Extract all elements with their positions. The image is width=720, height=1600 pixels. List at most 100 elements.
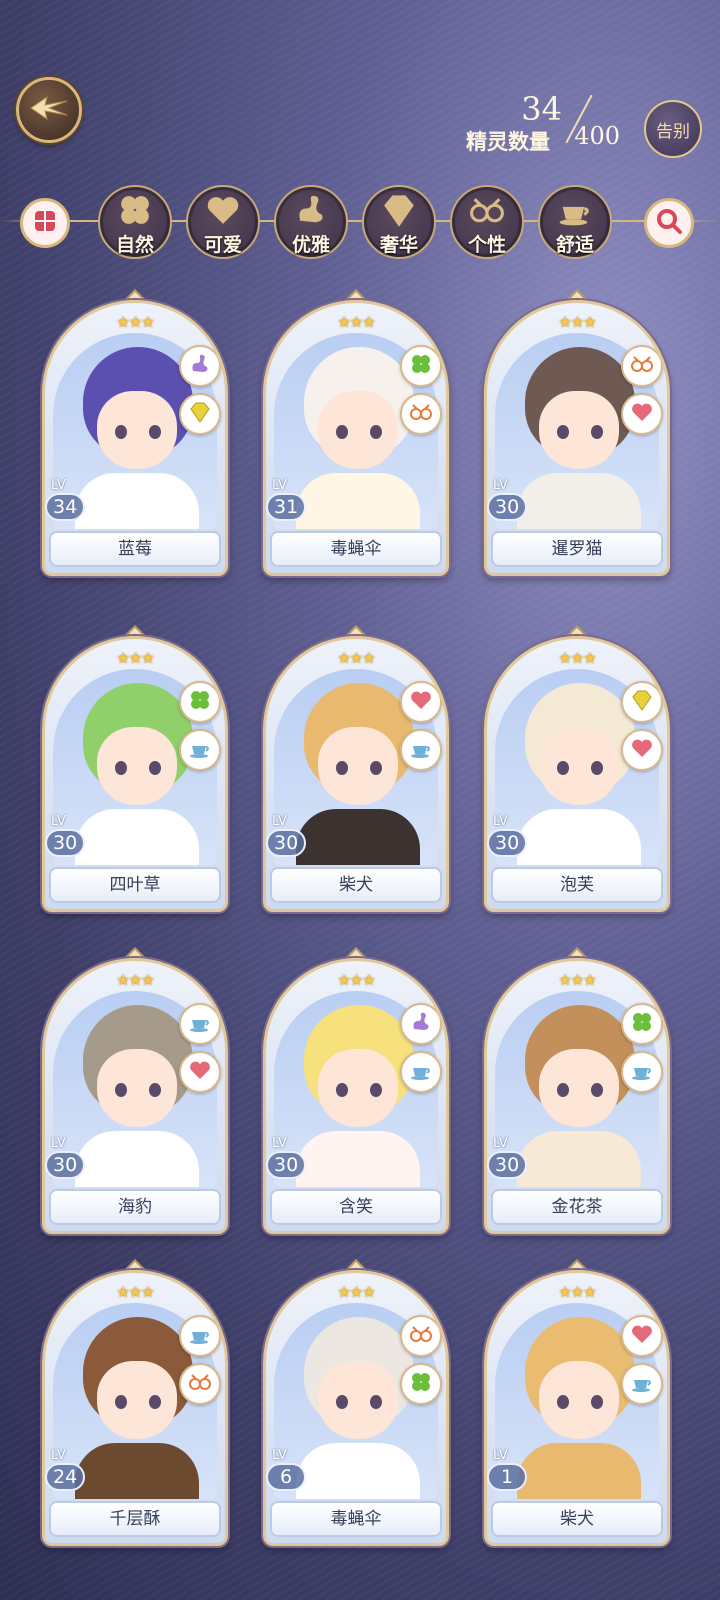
- trait-badge: [179, 1003, 221, 1045]
- portrait-eye: [557, 761, 569, 775]
- spirit-name: 柴犬: [491, 1501, 663, 1537]
- rarity-stars: ★★★: [337, 971, 375, 989]
- trait-badge: [400, 393, 442, 435]
- rarity-stars: ★★★: [558, 1283, 596, 1301]
- filter-teacup[interactable]: 舒适: [538, 185, 612, 259]
- trait-badge: [621, 1315, 663, 1357]
- trait-badge: [179, 345, 221, 387]
- spirit-card[interactable]: ★★★ LV 24 千层酥: [42, 1270, 228, 1546]
- filter-heart[interactable]: 可爱: [186, 185, 260, 259]
- level-value: 30: [266, 829, 307, 857]
- portrait-eye: [149, 761, 161, 775]
- spirit-card[interactable]: ★★★ LV 30 含笑: [263, 958, 449, 1234]
- level-value: 30: [487, 829, 528, 857]
- portrait-face: [539, 1049, 619, 1127]
- spirit-card[interactable]: ★★★ LV 30 泡芙: [484, 636, 670, 912]
- clover-icon: [408, 351, 434, 381]
- spirit-name: 毒蝇伞: [270, 531, 442, 567]
- trait-badge: [621, 681, 663, 723]
- back-button[interactable]: [16, 77, 82, 143]
- filter-swan[interactable]: 优雅: [274, 185, 348, 259]
- portrait-face: [318, 1361, 398, 1439]
- teacup-icon: [629, 1369, 655, 1399]
- search-button[interactable]: [644, 198, 694, 248]
- spirit-name: 蓝莓: [49, 531, 221, 567]
- level-value: 24: [45, 1463, 86, 1491]
- spirit-count-label: 精灵数量: [466, 130, 550, 154]
- portrait-eye: [336, 1395, 348, 1409]
- spirit-card[interactable]: ★★★ LV 6 毒蝇伞: [263, 1270, 449, 1546]
- filter-label: 优雅: [291, 233, 330, 256]
- portrait-eye: [115, 761, 127, 775]
- filter-clover[interactable]: 自然: [98, 185, 172, 259]
- portrait-eye: [557, 1395, 569, 1409]
- filter-glasses[interactable]: 个性: [450, 185, 524, 259]
- spirit-count-current: 34: [521, 90, 562, 128]
- spirit-counter: 34 精灵数量 400: [400, 90, 620, 160]
- portrait-eye: [336, 1083, 348, 1097]
- trait-badge: [621, 1051, 663, 1093]
- portrait-face: [539, 391, 619, 469]
- swan-icon: [291, 188, 331, 234]
- spirit-card[interactable]: ★★★ LV 30 海豹: [42, 958, 228, 1234]
- trait-badge: [179, 729, 221, 771]
- portrait-outfit: [517, 473, 641, 529]
- heart-icon: [629, 1321, 655, 1351]
- search-icon: [655, 207, 683, 239]
- portrait-outfit: [517, 1443, 641, 1499]
- spirit-card[interactable]: ★★★ LV 30 金花茶: [484, 958, 670, 1234]
- diamond-icon: [379, 188, 419, 234]
- rarity-stars: ★★★: [337, 1283, 375, 1301]
- rarity-stars: ★★★: [558, 971, 596, 989]
- gift-button[interactable]: [20, 198, 70, 248]
- teacup-icon: [408, 1057, 434, 1087]
- portrait-face: [318, 1049, 398, 1127]
- filter-label: 自然: [115, 233, 154, 256]
- trait-badge: [179, 1051, 221, 1093]
- farewell-button[interactable]: 告别: [644, 100, 702, 158]
- heart-icon: [629, 399, 655, 429]
- level-tag: LV: [493, 478, 508, 493]
- portrait-outfit: [517, 809, 641, 865]
- trait-badge: [621, 1003, 663, 1045]
- teacup-icon: [629, 1057, 655, 1087]
- teacup-icon: [555, 188, 595, 234]
- spirit-name: 含笑: [270, 1189, 442, 1225]
- rarity-stars: ★★★: [558, 313, 596, 331]
- spirit-card[interactable]: ★★★ LV 31 毒蝇伞: [263, 300, 449, 576]
- spirit-card[interactable]: ★★★ LV 34 蓝莓: [42, 300, 228, 576]
- spirit-card[interactable]: ★★★ LV 30 四叶草: [42, 636, 228, 912]
- level-value: 6: [266, 1463, 306, 1491]
- trait-badge: [621, 729, 663, 771]
- spirit-name: 柴犬: [270, 867, 442, 903]
- glasses-icon: [629, 351, 655, 381]
- spirit-card[interactable]: ★★★ LV 30 暹罗猫: [484, 300, 670, 576]
- portrait-eye: [115, 425, 127, 439]
- level-tag: LV: [272, 1448, 287, 1463]
- swan-icon: [187, 351, 213, 381]
- level-tag: LV: [51, 1448, 66, 1463]
- spirit-card[interactable]: ★★★ LV 30 柴犬: [263, 636, 449, 912]
- portrait-outfit: [75, 473, 199, 529]
- clover-icon: [187, 687, 213, 717]
- spirit-name: 毒蝇伞: [270, 1501, 442, 1537]
- spirit-card[interactable]: ★★★ LV 1 柴犬: [484, 1270, 670, 1546]
- spirit-name: 千层酥: [49, 1501, 221, 1537]
- portrait-eye: [370, 425, 382, 439]
- rarity-stars: ★★★: [337, 649, 375, 667]
- rarity-stars: ★★★: [558, 649, 596, 667]
- spirit-name: 金花茶: [491, 1189, 663, 1225]
- glasses-icon: [408, 399, 434, 429]
- gift-icon: [32, 208, 58, 238]
- level-tag: LV: [493, 1136, 508, 1151]
- portrait-outfit: [296, 809, 420, 865]
- rarity-stars: ★★★: [337, 313, 375, 331]
- trait-badge: [400, 345, 442, 387]
- portrait-face: [539, 727, 619, 805]
- filter-diamond[interactable]: 奢华: [362, 185, 436, 259]
- portrait-outfit: [296, 473, 420, 529]
- portrait-face: [97, 1049, 177, 1127]
- spirit-name: 海豹: [49, 1189, 221, 1225]
- heart-icon: [408, 687, 434, 717]
- portrait-eye: [149, 1083, 161, 1097]
